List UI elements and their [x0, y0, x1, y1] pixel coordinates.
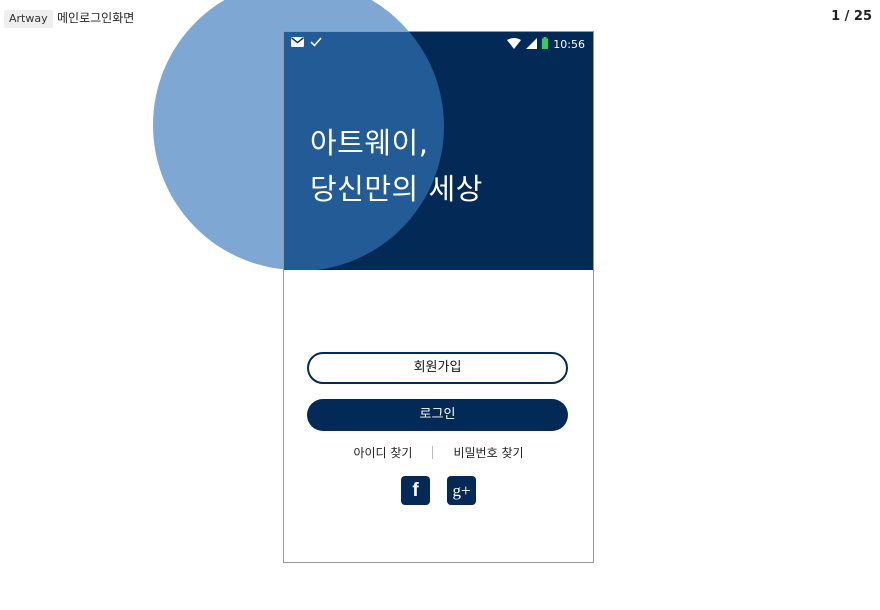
google-plus-icon: g+: [452, 481, 471, 500]
battery-icon: [542, 37, 549, 52]
mail-icon: [291, 37, 304, 50]
page-title: 메인로그인화면: [57, 11, 135, 25]
google-plus-login-button[interactable]: g+: [447, 476, 476, 505]
link-divider: [432, 446, 434, 459]
facebook-icon: f: [412, 480, 419, 501]
project-tag: Artway: [4, 10, 53, 28]
page-counter: 1 / 25: [831, 9, 872, 24]
hero-headline: 아트웨이, 당신만의 세상: [310, 120, 483, 212]
hero-banner: 10:56 아트웨이, 당신만의 세상: [284, 32, 593, 270]
hero-line-1: 아트웨이,: [310, 126, 429, 160]
check-icon: [310, 37, 322, 50]
phone-frame: 10:56 아트웨이, 당신만의 세상 회원가입 로그인 아이디 찾기 비밀번호…: [283, 31, 594, 563]
login-button[interactable]: 로그인: [307, 399, 568, 431]
wifi-icon: [507, 37, 522, 52]
status-bar: 10:56: [284, 32, 593, 56]
find-password-link[interactable]: 비밀번호 찾기: [453, 444, 523, 461]
social-login: f g+: [284, 476, 593, 505]
find-id-link[interactable]: 아이디 찾기: [353, 444, 412, 461]
account-links: 아이디 찾기 비밀번호 찾기: [284, 444, 593, 461]
clock-time: 10:56: [553, 37, 585, 51]
signup-button[interactable]: 회원가입: [307, 352, 568, 384]
facebook-login-button[interactable]: f: [401, 476, 430, 505]
signal-icon: [526, 37, 538, 52]
hero-line-2: 당신만의 세상: [310, 172, 483, 206]
